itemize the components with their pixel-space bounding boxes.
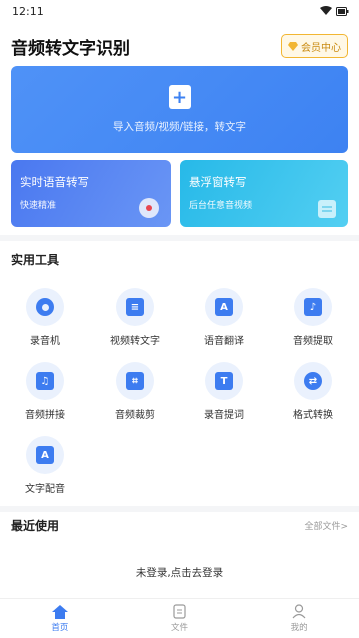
tool-label: 录音提词	[204, 410, 244, 421]
battery-icon	[336, 6, 349, 16]
recent-header: 最近使用 全部文件>	[11, 517, 348, 533]
audio-merge-icon: ♫	[26, 362, 64, 400]
tool-teleprompter[interactable]: T 录音提词	[184, 362, 264, 421]
video-to-text-icon: ≡	[116, 288, 154, 326]
floating-window-card[interactable]: 悬浮窗转写 后台任意音视频	[180, 160, 348, 227]
translate-icon: A	[205, 288, 243, 326]
file-plus-icon: +	[168, 85, 191, 109]
tool-label: 文字配音	[25, 484, 65, 495]
tab-profile[interactable]: 我的	[239, 599, 359, 638]
teleprompter-icon: T	[205, 362, 243, 400]
audio-crop-icon: ⌗	[116, 362, 154, 400]
status-time: 12:11	[12, 4, 44, 18]
tool-translate[interactable]: A 语音翻译	[184, 288, 264, 347]
recorder-icon	[26, 288, 64, 326]
file-icon	[173, 604, 186, 619]
tab-files[interactable]: 文件	[120, 599, 240, 638]
section-divider	[0, 506, 359, 512]
tool-audio-extract[interactable]: ♪ 音频提取	[273, 288, 353, 347]
nav-label: 首页	[51, 622, 69, 633]
nav-label: 文件	[171, 623, 189, 633]
wifi-icon	[320, 6, 332, 15]
text-to-speech-icon: A	[26, 436, 64, 474]
login-prompt[interactable]: 未登录,点击去登录	[0, 565, 359, 580]
floating-window-icon	[318, 200, 336, 218]
tool-label: 音频提取	[293, 336, 333, 347]
tab-home[interactable]: 首页	[0, 599, 120, 638]
status-icons	[320, 6, 349, 16]
status-bar: 12:11	[0, 0, 359, 22]
audio-extract-icon: ♪	[294, 288, 332, 326]
feature-title: 悬浮窗转写	[189, 175, 247, 189]
tool-text-to-speech[interactable]: A 文字配音	[5, 436, 85, 495]
tool-audio-merge[interactable]: ♫ 音频拼接	[5, 362, 85, 421]
header: 音频转文字识别 会员中心	[0, 28, 359, 64]
tool-recorder[interactable]: 录音机	[5, 288, 85, 347]
tool-label: 音频裁剪	[115, 410, 155, 421]
tool-label: 格式转换	[293, 410, 333, 421]
feature-title: 实时语音转写	[20, 175, 89, 189]
page-title: 音频转文字识别	[11, 38, 130, 59]
bottom-nav: 首页 文件 我的	[0, 598, 359, 638]
tool-audio-crop[interactable]: ⌗ 音频裁剪	[95, 362, 175, 421]
import-media-card[interactable]: + 导入音频/视频/链接，转文字	[11, 66, 348, 153]
home-icon	[51, 604, 68, 619]
diamond-icon	[288, 41, 298, 51]
profile-icon	[292, 604, 306, 619]
import-media-label: 导入音频/视频/链接，转文字	[112, 121, 247, 133]
format-convert-icon: ⇄	[294, 362, 332, 400]
tool-label: 音频拼接	[25, 410, 65, 421]
realtime-transcribe-card[interactable]: 实时语音转写 快速精准	[11, 160, 171, 227]
vip-center-label: 会员中心	[301, 42, 341, 54]
section-divider	[0, 235, 359, 241]
record-icon	[139, 198, 159, 218]
recent-section-title: 最近使用	[11, 518, 60, 533]
feature-subtitle: 后台任意音视频	[189, 201, 253, 211]
tool-label: 视频转文字	[110, 336, 160, 347]
tool-label: 语音翻译	[204, 336, 244, 347]
tool-label: 录音机	[30, 336, 60, 347]
tool-video-to-text[interactable]: ≡ 视频转文字	[95, 288, 175, 347]
all-files-link[interactable]: 全部文件>	[304, 519, 348, 532]
tools-section-title: 实用工具	[11, 253, 60, 267]
vip-center-button[interactable]: 会员中心	[281, 34, 348, 58]
tool-format-convert[interactable]: ⇄ 格式转换	[273, 362, 353, 421]
nav-label: 我的	[290, 623, 308, 633]
